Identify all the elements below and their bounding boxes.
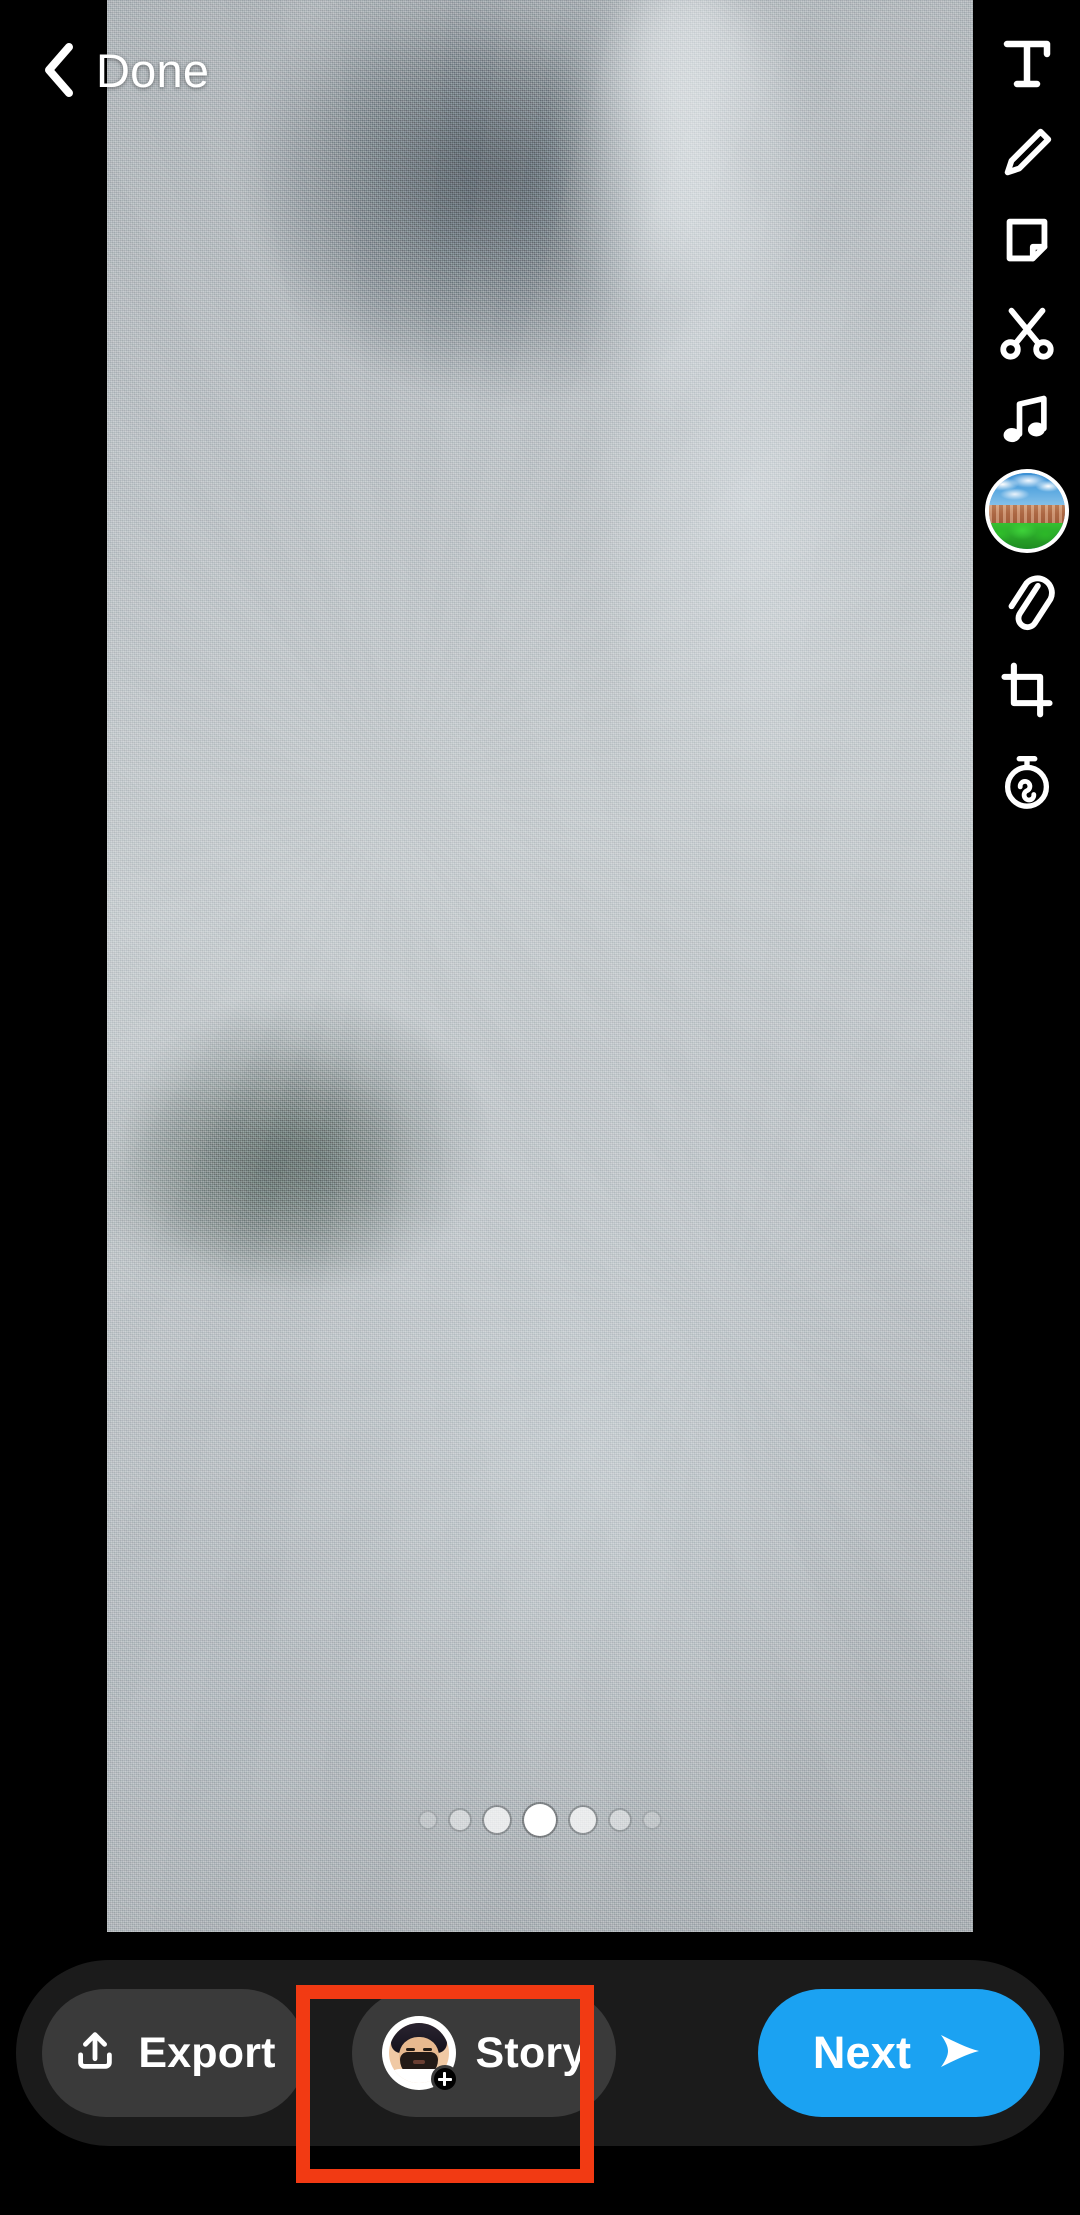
story-button-label: Story — [475, 2028, 587, 2077]
carousel-dot[interactable] — [420, 1812, 436, 1828]
carousel-dot-active[interactable] — [524, 1804, 556, 1836]
pencil-icon[interactable] — [984, 110, 1070, 196]
photo-preview[interactable] — [107, 0, 973, 1932]
text-t-icon[interactable] — [984, 21, 1070, 107]
photo-thumbnail — [984, 469, 1069, 553]
upload-share-icon — [72, 2028, 118, 2079]
bottom-action-bar: Export Story Next — [0, 1932, 1080, 2215]
editor-tool-rail — [973, 0, 1080, 1932]
thumbnail-clouds — [988, 475, 1065, 506]
crop-icon[interactable] — [984, 647, 1070, 733]
carousel-dot[interactable] — [610, 1810, 630, 1830]
send-arrow-icon — [933, 2029, 985, 2078]
avatar-eye-left — [405, 2048, 415, 2051]
carousel-dot[interactable] — [570, 1807, 596, 1833]
next-button-label: Next — [812, 2027, 912, 2078]
done-button[interactable]: Done — [96, 43, 209, 98]
photo-grain-texture — [107, 0, 973, 1932]
carousel-dot[interactable] — [644, 1812, 660, 1828]
chevron-left-icon[interactable] — [36, 43, 80, 97]
carousel-dot[interactable] — [484, 1807, 510, 1833]
avatar-eye-right — [422, 2048, 432, 2051]
bitmoji-avatar-add-icon — [381, 2016, 459, 2093]
story-button[interactable]: Story — [352, 1989, 616, 2117]
sticker-icon[interactable] — [984, 198, 1070, 284]
timer-infinity-icon[interactable] — [984, 738, 1070, 824]
paperclip-icon[interactable] — [984, 557, 1070, 643]
avatar-mouth — [412, 2060, 425, 2064]
music-note-icon[interactable] — [984, 378, 1070, 464]
filter-carousel-indicator[interactable] — [0, 1796, 1080, 1844]
next-button[interactable]: Next — [758, 1989, 1040, 2117]
add-badge-icon — [430, 2065, 459, 2093]
action-tray: Export Story Next — [16, 1960, 1064, 2146]
thumbnail-trees — [988, 523, 1065, 549]
lens-thumbnail[interactable] — [984, 468, 1070, 554]
carousel-dot[interactable] — [450, 1810, 470, 1830]
export-button[interactable]: Export — [42, 1989, 306, 2117]
scissors-icon[interactable] — [984, 289, 1070, 375]
snapchat-editor-screen: Done Export Story Next — [0, 0, 1080, 2215]
export-button-label: Export — [138, 2028, 276, 2077]
